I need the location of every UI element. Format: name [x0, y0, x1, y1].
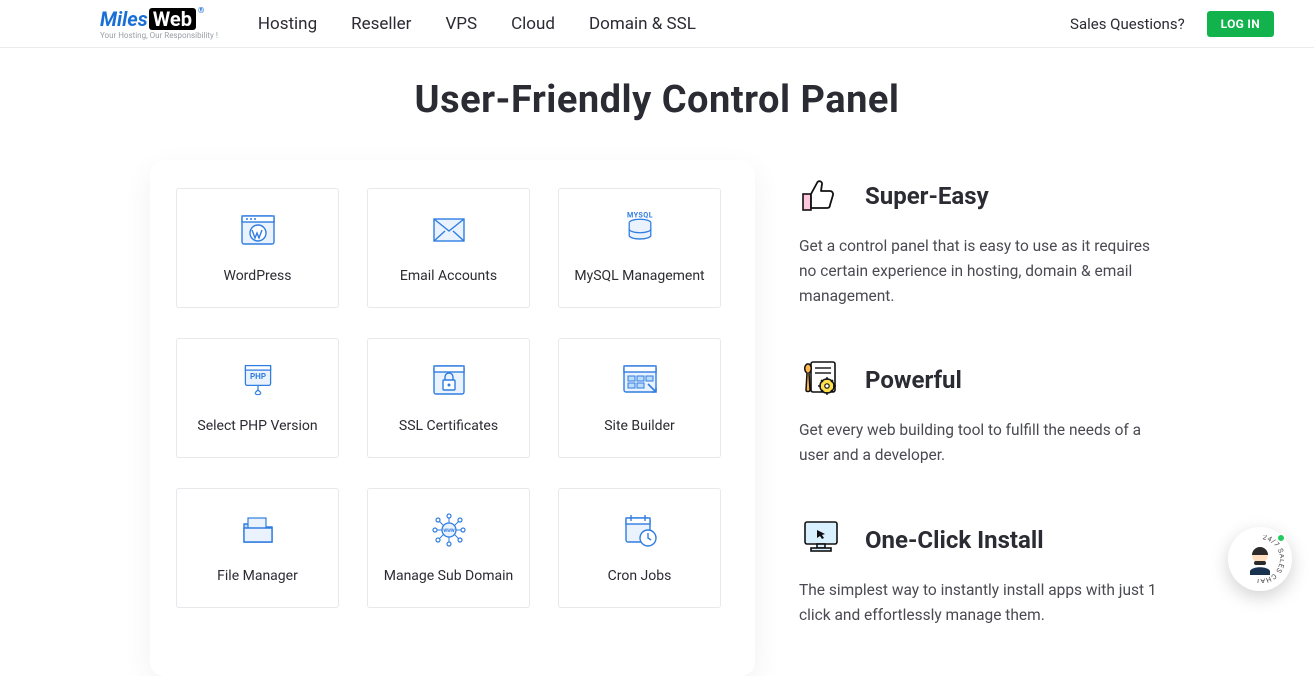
- feature-one-click: One-Click Install The simplest way to in…: [799, 516, 1159, 628]
- tile-label: Site Builder: [604, 418, 675, 434]
- feature-title: Super-Easy: [865, 182, 989, 210]
- svg-text:PHP: PHP: [249, 371, 265, 381]
- tile-label: Cron Jobs: [608, 568, 672, 584]
- ssl-lock-icon: [429, 362, 469, 402]
- svg-text:WWW: WWW: [443, 529, 455, 534]
- sales-questions-link[interactable]: Sales Questions?: [1070, 15, 1185, 33]
- tile-site-builder[interactable]: Site Builder: [558, 338, 721, 458]
- tile-ssl[interactable]: SSL Certificates: [367, 338, 530, 458]
- tile-file-manager[interactable]: File Manager: [176, 488, 339, 608]
- feature-title: One-Click Install: [865, 526, 1044, 554]
- nav-hosting[interactable]: Hosting: [258, 14, 317, 34]
- logo-registered: ®: [198, 7, 204, 15]
- tile-label: MySQL Management: [574, 268, 704, 284]
- nav-vps[interactable]: VPS: [445, 14, 477, 34]
- wordpress-icon: [238, 212, 278, 252]
- feature-desc: Get a control panel that is easy to use …: [799, 234, 1159, 308]
- one-click-icon: [799, 516, 843, 564]
- feature-column: Super-Easy Get a control panel that is e…: [799, 160, 1159, 676]
- nav-reseller[interactable]: Reseller: [351, 14, 411, 34]
- tile-wordpress[interactable]: WordPress: [176, 188, 339, 308]
- page-title: User-Friendly Control Panel: [0, 78, 1314, 122]
- tile-label: SSL Certificates: [399, 418, 498, 434]
- live-chat-button[interactable]: 24/7 SALES CHAT: [1228, 527, 1292, 591]
- logo-text-left: Miles: [100, 9, 148, 29]
- feature-super-easy: Super-Easy Get a control panel that is e…: [799, 172, 1159, 308]
- tile-label: WordPress: [223, 268, 291, 284]
- tile-mysql[interactable]: MYSQL MySQL Management: [558, 188, 721, 308]
- tile-subdomain[interactable]: WWW: [367, 488, 530, 608]
- tile-label: Email Accounts: [400, 268, 497, 284]
- subdomain-icon: WWW: [429, 512, 469, 552]
- login-button[interactable]: LOG IN: [1207, 11, 1274, 37]
- nav-cloud[interactable]: Cloud: [511, 14, 555, 34]
- tile-label: File Manager: [217, 568, 298, 584]
- folder-icon: [238, 512, 278, 552]
- svg-text:MYSQL: MYSQL: [626, 212, 652, 219]
- logo-text-right: Web: [149, 8, 196, 30]
- brand-logo[interactable]: Miles Web ® Your Hosting, Our Responsibi…: [100, 8, 218, 40]
- feature-title: Powerful: [865, 366, 962, 394]
- cron-icon: [620, 512, 660, 552]
- site-builder-icon: [620, 362, 660, 402]
- features-card: WordPress Email Accounts MYSQL: [150, 160, 755, 676]
- feature-desc: The simplest way to instantly install ap…: [799, 578, 1159, 628]
- primary-nav: Hosting Reseller VPS Cloud Domain & SSL: [258, 14, 696, 34]
- online-status-dot: [1276, 533, 1286, 543]
- top-right: Sales Questions? LOG IN: [1070, 11, 1274, 37]
- email-icon: [429, 212, 469, 252]
- feature-desc: Get every web building tool to fulfill t…: [799, 418, 1159, 468]
- tile-label: Manage Sub Domain: [384, 568, 514, 584]
- tile-label: Select PHP Version: [197, 418, 317, 434]
- tile-cron[interactable]: Cron Jobs: [558, 488, 721, 608]
- logo-tagline: Your Hosting, Our Responsibility !: [100, 32, 218, 40]
- tile-php[interactable]: PHP Select PHP Version: [176, 338, 339, 458]
- thumbs-up-icon: [799, 172, 843, 220]
- wrench-gear-icon: [799, 356, 843, 404]
- tile-email[interactable]: Email Accounts: [367, 188, 530, 308]
- nav-domain-ssl[interactable]: Domain & SSL: [589, 14, 696, 34]
- php-icon: PHP: [238, 362, 278, 402]
- mysql-icon: MYSQL: [620, 212, 660, 252]
- top-nav: Miles Web ® Your Hosting, Our Responsibi…: [0, 0, 1314, 48]
- feature-powerful: Powerful Get every web building tool to …: [799, 356, 1159, 468]
